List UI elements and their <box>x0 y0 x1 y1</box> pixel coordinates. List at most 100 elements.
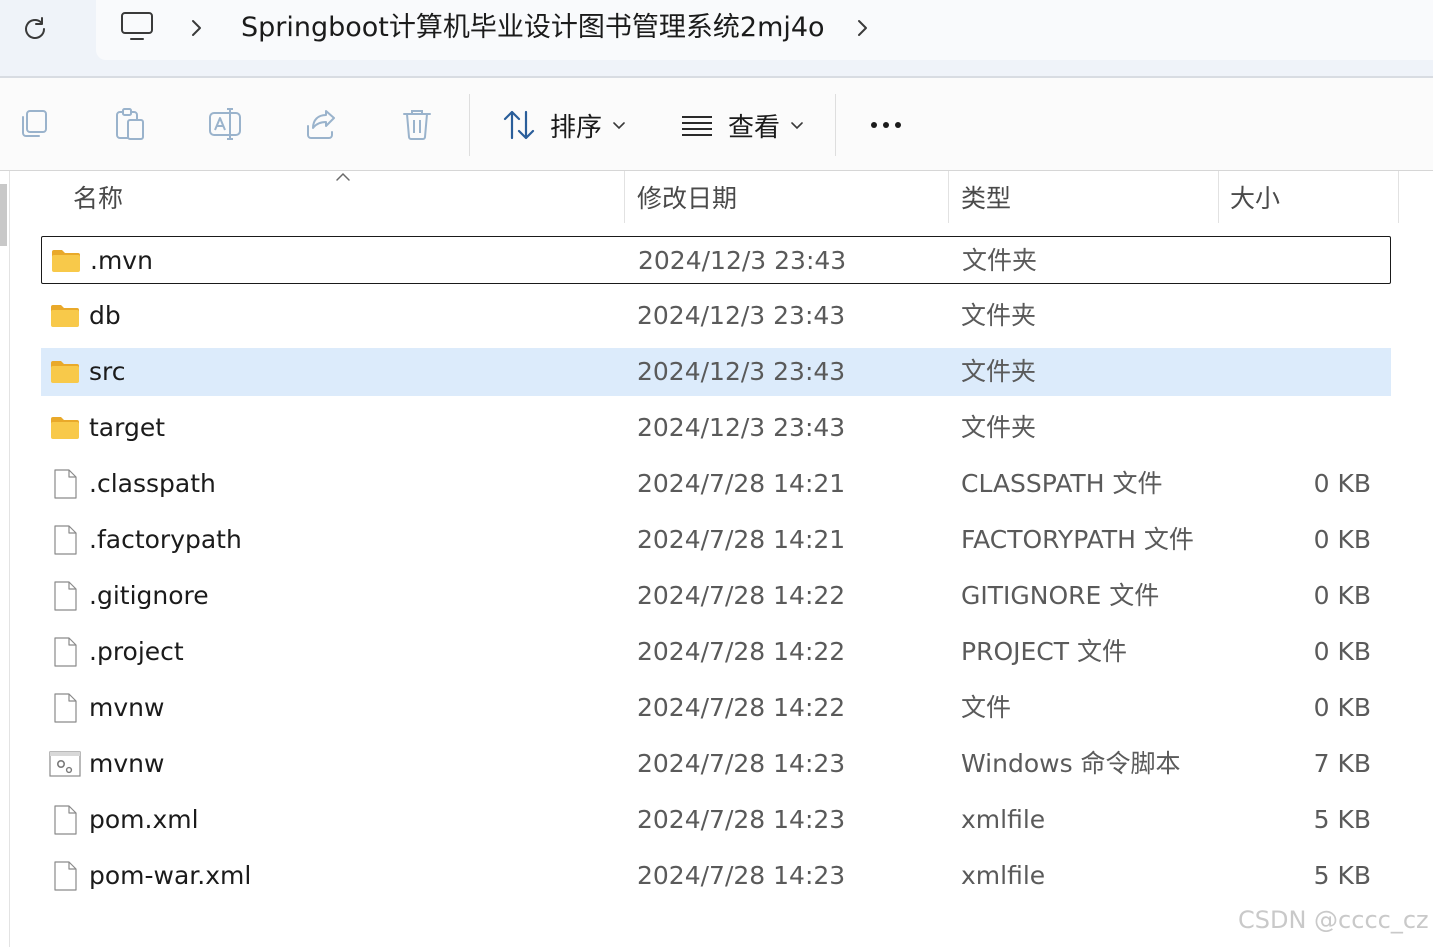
watermark: CSDN @cccc_cz <box>1238 906 1429 934</box>
file-modified-date: 2024/7/28 14:23 <box>637 749 846 778</box>
file-name: .factorypath <box>89 525 242 554</box>
column-separator[interactable] <box>948 171 949 223</box>
refresh-icon <box>25 17 45 39</box>
file-modified-date: 2024/7/28 14:23 <box>637 861 846 890</box>
delete-icon[interactable] <box>399 106 435 142</box>
file-name: mvnw <box>89 749 165 778</box>
file-size <box>1232 237 1372 285</box>
column-separator[interactable] <box>624 171 625 223</box>
file-modified-date: 2024/7/28 14:21 <box>637 469 846 498</box>
file-name: .gitignore <box>89 581 209 610</box>
file-size <box>1231 348 1371 396</box>
copy-icon[interactable] <box>16 106 52 142</box>
sort-button[interactable]: 排序 <box>502 106 626 144</box>
file-type: GITIGNORE 文件 <box>961 581 1160 610</box>
file-row[interactable]: db 2024/12/3 23:43 文件夹 <box>41 292 1391 340</box>
file-row[interactable]: mvnw 2024/7/28 14:22 文件 0 KB <box>41 684 1391 732</box>
file-size <box>1231 292 1371 340</box>
file-size: 0 KB <box>1313 693 1371 722</box>
file-name: .project <box>89 637 184 666</box>
file-name: .mvn <box>90 246 153 275</box>
breadcrumb-chevron-icon[interactable] <box>186 14 208 42</box>
file-type: xmlfile <box>961 805 1046 834</box>
file-icon <box>54 861 77 891</box>
file-name: pom-war.xml <box>89 861 252 890</box>
file-type: CLASSPATH 文件 <box>961 469 1163 498</box>
script-file-icon <box>49 751 81 777</box>
file-type: 文件夹 <box>961 413 1037 442</box>
more-dot-icon <box>895 122 901 128</box>
file-size: 5 KB <box>1313 805 1371 834</box>
folder-icon <box>51 417 79 439</box>
nav-pane-divider <box>9 171 10 947</box>
breadcrumb-folder[interactable]: Springboot计算机毕业设计图书管理系统2mj4o <box>241 8 825 48</box>
file-name: pom.xml <box>89 805 199 834</box>
file-modified-date: 2024/7/28 14:22 <box>637 693 846 722</box>
sort-icon <box>503 110 535 140</box>
file-row[interactable]: .classpath 2024/7/28 14:21 CLASSPATH 文件 0 K… <box>41 460 1391 508</box>
file-row[interactable]: .project 2024/7/28 14:22 PROJECT 文件 0 KB <box>41 628 1391 676</box>
file-type: 文件夹 <box>961 357 1037 386</box>
command-bar: 排序 查看 <box>0 78 1433 170</box>
share-icon[interactable] <box>303 106 339 142</box>
file-icon <box>54 805 77 835</box>
refresh-button[interactable] <box>18 12 52 46</box>
column-separator[interactable] <box>1398 171 1399 223</box>
toolbar-separator <box>835 94 836 156</box>
more-dot-icon <box>871 122 877 128</box>
file-row[interactable]: .gitignore 2024/7/28 14:22 GITIGNORE 文件 0 K… <box>41 572 1391 620</box>
rename-icon[interactable] <box>207 106 243 142</box>
file-modified-date: 2024/12/3 23:43 <box>637 301 846 330</box>
file-row[interactable]: .mvn 2024/12/3 23:43 文件夹 <box>41 236 1391 284</box>
file-row[interactable]: .factorypath 2024/7/28 14:21 FACTORYPATH 文… <box>41 516 1391 564</box>
header-type[interactable]: 类型 <box>961 171 1011 227</box>
header-date[interactable]: 修改日期 <box>637 171 737 227</box>
sort-ascending-caret-icon <box>336 172 350 181</box>
view-list-icon <box>682 116 712 136</box>
file-modified-date: 2024/7/28 14:23 <box>637 805 846 834</box>
file-size: 0 KB <box>1313 637 1371 666</box>
column-separator[interactable] <box>1218 171 1219 223</box>
view-label: 查看 <box>728 112 781 143</box>
file-type: FACTORYPATH 文件 <box>961 525 1194 554</box>
paste-icon[interactable] <box>112 106 148 142</box>
file-type: 文件夹 <box>961 301 1037 330</box>
file-type: Windows 命令脚本 <box>961 749 1181 778</box>
file-row[interactable]: target 2024/12/3 23:43 文件夹 <box>41 404 1391 452</box>
file-name: src <box>89 357 126 386</box>
file-icon <box>54 637 77 667</box>
file-icon <box>54 525 77 555</box>
chevron-down-icon <box>613 122 625 130</box>
folder-icon <box>52 250 80 272</box>
file-size: 0 KB <box>1313 525 1371 554</box>
file-row[interactable]: src 2024/12/3 23:43 文件夹 <box>41 348 1391 396</box>
file-modified-date: 2024/12/3 23:43 <box>638 246 847 275</box>
file-row[interactable]: pom.xml 2024/7/28 14:23 xmlfile 5 KB <box>41 796 1391 844</box>
more-options-button[interactable] <box>860 112 912 138</box>
file-modified-date: 2024/7/28 14:22 <box>637 637 846 666</box>
sort-label: 排序 <box>550 112 603 143</box>
folder-icon <box>51 361 79 383</box>
file-size: 7 KB <box>1313 749 1371 778</box>
view-button[interactable]: 查看 <box>680 106 804 144</box>
file-size: 0 KB <box>1313 581 1371 610</box>
file-type: 文件夹 <box>962 246 1038 275</box>
file-row[interactable]: mvnw 2024/7/28 14:23 Windows 命令脚本 7 KB <box>41 740 1391 788</box>
file-name: target <box>89 413 166 442</box>
file-modified-date: 2024/7/28 14:21 <box>637 525 846 554</box>
toolbar-separator <box>469 94 470 156</box>
file-type: PROJECT 文件 <box>961 637 1127 666</box>
file-icon <box>54 469 77 499</box>
this-pc-icon[interactable] <box>118 10 156 44</box>
file-type: xmlfile <box>961 861 1046 890</box>
breadcrumb-chevron-icon[interactable] <box>852 14 874 42</box>
file-name: mvnw <box>89 693 165 722</box>
header-size[interactable]: 大小 <box>1230 171 1280 227</box>
file-modified-date: 2024/12/3 23:43 <box>637 357 846 386</box>
file-size: 5 KB <box>1313 861 1371 890</box>
file-row[interactable]: pom-war.xml 2024/7/28 14:23 xmlfile 5 KB <box>41 852 1391 900</box>
header-name[interactable]: 名称 <box>73 171 123 227</box>
chevron-down-icon <box>791 122 803 130</box>
file-modified-date: 2024/12/3 23:43 <box>637 413 846 442</box>
file-size <box>1231 404 1371 452</box>
